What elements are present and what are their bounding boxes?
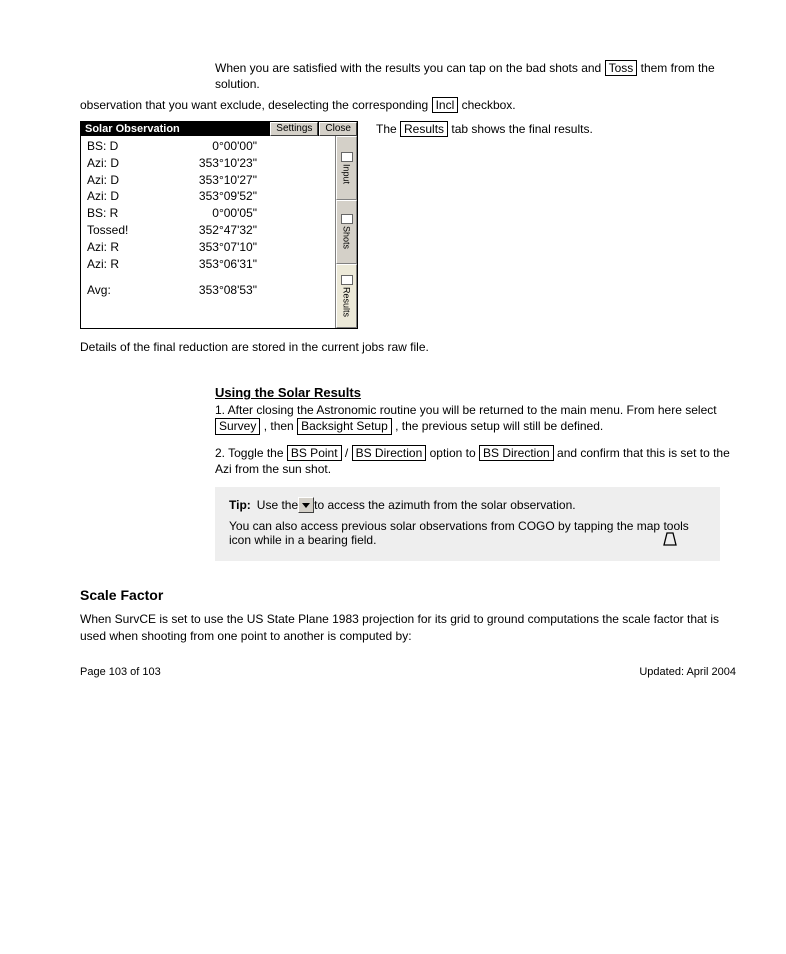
bs-direction-button-ref: BS Direction [352, 445, 427, 461]
tab-results[interactable]: Results [336, 264, 357, 328]
tab-shots[interactable]: Shots [336, 200, 357, 264]
toss-button-ref: Toss [605, 60, 638, 76]
footer-date: Updated: April 2004 [639, 666, 736, 678]
footer-page: Page 103 of 103 [80, 666, 161, 678]
maptools-icon [660, 531, 680, 547]
panel-body-text: Details of the final reduction are store… [80, 339, 736, 355]
dropdown-icon [298, 497, 314, 513]
scale-factor-text: When SurvCE is set to use the US State P… [80, 611, 736, 643]
side-tabs: Input Shots Results [335, 136, 357, 328]
tip-box: Tip: Use the to access the azimuth from … [215, 487, 720, 561]
toss-para: When you are satisfied with the results … [215, 60, 736, 93]
settings-button[interactable]: Settings [270, 122, 318, 136]
tip-label: Tip: [229, 498, 251, 512]
backsight-setup-button-ref: Backsight Setup [297, 418, 392, 434]
scale-factor-heading: Scale Factor [80, 587, 736, 603]
solar-observation-panel: Solar Observation Settings Close BS: D0°… [80, 121, 358, 329]
results-line: The Results tab shows the final results. [376, 121, 736, 137]
survey-button-ref: Survey [215, 418, 260, 434]
page-footer: Page 103 of 103 Updated: April 2004 [80, 666, 736, 678]
panel-title: Solar Observation [81, 122, 269, 136]
incl-button-ref: Incl [432, 97, 459, 113]
bs-direction-button-ref-2: BS Direction [479, 445, 554, 461]
step-2: 2. Toggle the BS Point / BS Direction op… [215, 445, 736, 478]
close-button[interactable]: Close [319, 122, 357, 136]
tab-input[interactable]: Input [336, 136, 357, 200]
using-solar-results-heading: Using the Solar Results [215, 385, 736, 400]
bs-point-button-ref: BS Point [287, 445, 342, 461]
panel-content: BS: D0°00'00" Azi: D353°10'23" Azi: D353… [81, 136, 335, 328]
incl-para: observation that you want exclude, desel… [80, 97, 736, 113]
results-button-ref: Results [400, 121, 448, 137]
sheet-icon [341, 275, 353, 285]
form-icon [341, 152, 353, 162]
step-1: 1. After closing the Astronomic routine … [215, 402, 736, 435]
panel-titlebar: Solar Observation Settings Close [81, 122, 357, 136]
form-icon [341, 214, 353, 224]
